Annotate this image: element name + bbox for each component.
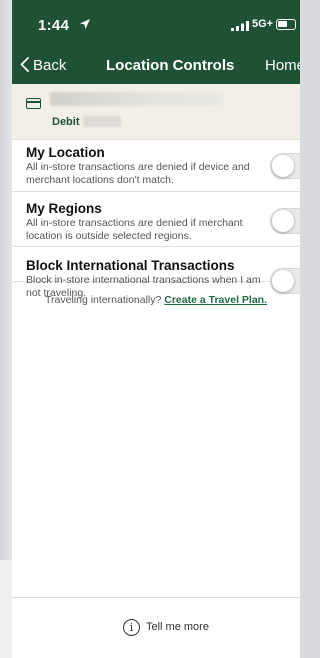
location-arrow-icon xyxy=(80,19,90,29)
control-row-my-location: My Location All in-store transactions ar… xyxy=(12,140,300,192)
control-title: My Regions xyxy=(26,201,102,216)
control-description: All in-store transactions are denied if … xyxy=(26,217,243,242)
page-title: Location Controls xyxy=(106,57,235,74)
header: 1:44 5G+ Back Location Controls Home xyxy=(12,0,300,84)
redacted-card-number xyxy=(83,116,121,127)
network-type: 5G+ xyxy=(252,18,274,30)
app-screen: 1:44 5G+ Back Location Controls Home xyxy=(12,0,300,658)
create-travel-plan-link[interactable]: Create a Travel Plan. xyxy=(164,294,267,306)
status-bar: 1:44 5G+ xyxy=(12,0,300,46)
credit-card-icon xyxy=(26,98,41,109)
block-international-toggle[interactable] xyxy=(270,268,300,294)
control-row-my-regions: My Regions All in-store transactions are… xyxy=(12,192,300,247)
selected-card: Debit xyxy=(12,84,300,140)
travel-plan-prompt: Traveling internationally? Create a Trav… xyxy=(12,294,300,306)
card-type-label: Debit xyxy=(52,116,80,128)
my-location-toggle[interactable] xyxy=(270,153,300,179)
tell-me-more-link[interactable]: Tell me more xyxy=(146,621,209,633)
info-icon[interactable]: i xyxy=(123,619,140,636)
home-button[interactable]: Home xyxy=(265,57,300,74)
signal-bars-icon xyxy=(231,21,249,31)
my-regions-toggle[interactable] xyxy=(270,208,300,234)
battery-icon xyxy=(276,19,296,30)
redacted-card-name xyxy=(50,92,224,106)
footer: i Tell me more xyxy=(12,597,300,658)
status-time: 1:44 xyxy=(38,17,70,34)
background-panel xyxy=(0,0,12,658)
back-button[interactable]: Back xyxy=(33,57,66,74)
control-title: Block International Transactions xyxy=(26,258,235,273)
travel-prompt-text: Traveling internationally? xyxy=(45,294,162,306)
chevron-left-icon[interactable] xyxy=(20,57,29,72)
control-description: All in-store transactions are denied if … xyxy=(26,161,250,186)
control-title: My Location xyxy=(26,145,105,160)
navigation-bar: Back Location Controls Home xyxy=(12,46,300,84)
